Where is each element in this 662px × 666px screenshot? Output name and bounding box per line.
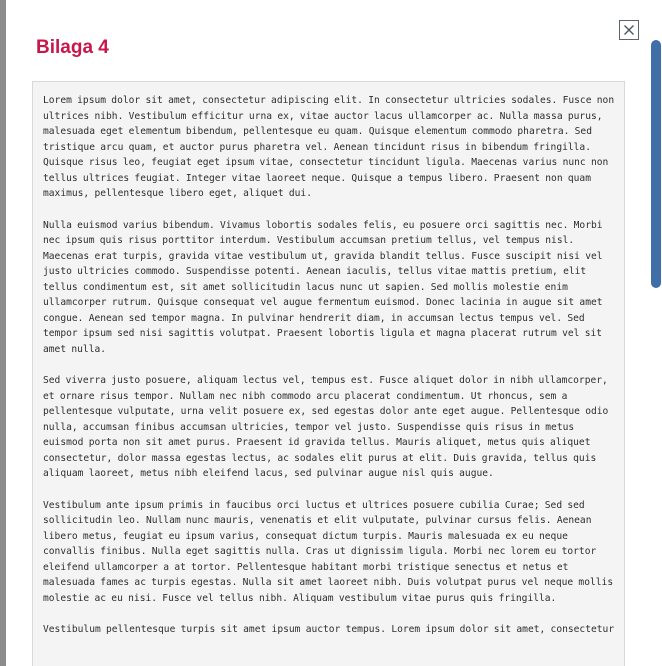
text-paragraph: Vestibulum ante ipsum primis in faucibus… [43,499,614,604]
close-button[interactable] [619,20,639,40]
close-x-icon [623,24,635,36]
modal-top-edge [6,0,662,8]
scrollbar-thumb[interactable] [651,40,661,288]
attachment-text-box[interactable]: Lorem ipsum dolor sit amet, consectetur … [32,81,625,666]
text-paragraph: Lorem ipsum dolor sit amet, consectetur … [43,95,615,199]
text-paragraph: Vestibulum pellentesque turpis sit amet … [43,624,615,635]
text-paragraph: Sed viverra justo posuere, aliquam lectu… [43,375,609,479]
text-paragraph: Nulla euismod varius bibendum. Vivamus l… [43,219,603,355]
attachment-modal: Bilaga 4 Lorem ipsum dolor sit amet, con… [6,0,662,666]
modal-title: Bilaga 4 [36,37,109,58]
